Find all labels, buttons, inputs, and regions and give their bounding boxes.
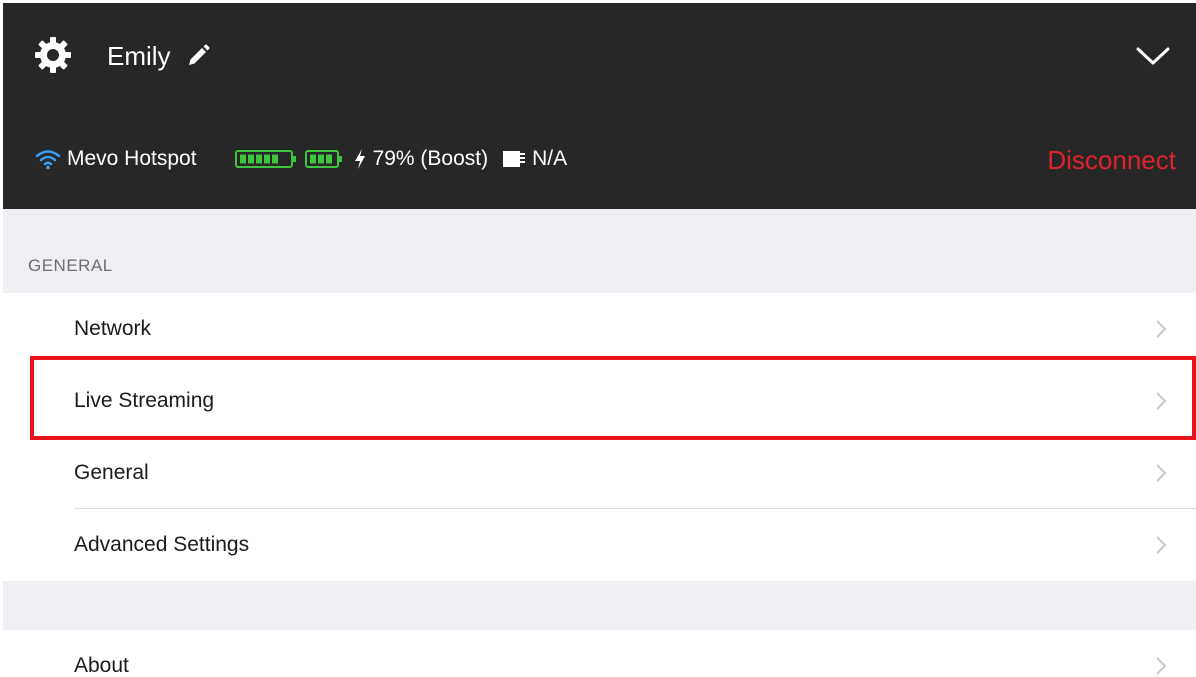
wifi-icon (35, 150, 61, 170)
settings-item-about[interactable]: About (3, 630, 1196, 677)
battery-icon (234, 150, 296, 168)
settings-item-label: Live Streaming (74, 389, 215, 412)
settings-item-label: Network (74, 317, 152, 340)
chevron-right-icon (1156, 320, 1167, 338)
settings-item-label: General (74, 461, 149, 484)
sd-card-icon (503, 151, 526, 167)
settings-item-label: About (74, 654, 129, 677)
network-name: Mevo Hotspot (67, 147, 197, 170)
pencil-icon[interactable] (185, 43, 211, 69)
device-name-label: Emily (107, 40, 171, 71)
chevron-right-icon (1156, 392, 1167, 410)
settings-screen: Emily Mevo Hotspot 79% (Boost) N/A Disco… (3, 3, 1196, 677)
wifi-status: Mevo Hotspot (35, 147, 197, 171)
battery-icon-secondary (304, 150, 342, 168)
disconnect-button[interactable]: Disconnect (1047, 143, 1176, 177)
bolt-icon (354, 149, 365, 169)
device-name[interactable]: Emily (107, 39, 211, 73)
chevron-right-icon (1156, 657, 1167, 675)
chevron-right-icon (1156, 464, 1167, 482)
settings-item-label: Advanced Settings (74, 533, 250, 556)
settings-item-live-streaming[interactable]: Live Streaming (3, 365, 1196, 437)
gear-icon[interactable] (33, 35, 73, 75)
chevron-down-icon[interactable] (1133, 39, 1173, 71)
chevron-right-icon (1156, 536, 1167, 554)
device-header: Emily Mevo Hotspot 79% (Boost) N/A Disco… (3, 3, 1196, 209)
storage-status: N/A (532, 147, 568, 170)
settings-item-advanced-settings[interactable]: Advanced Settings (3, 509, 1196, 581)
battery-level: 79% (Boost) (372, 147, 489, 170)
settings-item-network[interactable]: Network (3, 293, 1196, 365)
status-bar: Mevo Hotspot 79% (Boost) N/A (35, 143, 567, 175)
section-header-general: GENERAL (28, 256, 113, 275)
general-settings-list: Network Live Streaming General Advanced … (3, 293, 1196, 581)
settings-item-general[interactable]: General (3, 437, 1196, 509)
about-settings-list: About (3, 630, 1196, 677)
